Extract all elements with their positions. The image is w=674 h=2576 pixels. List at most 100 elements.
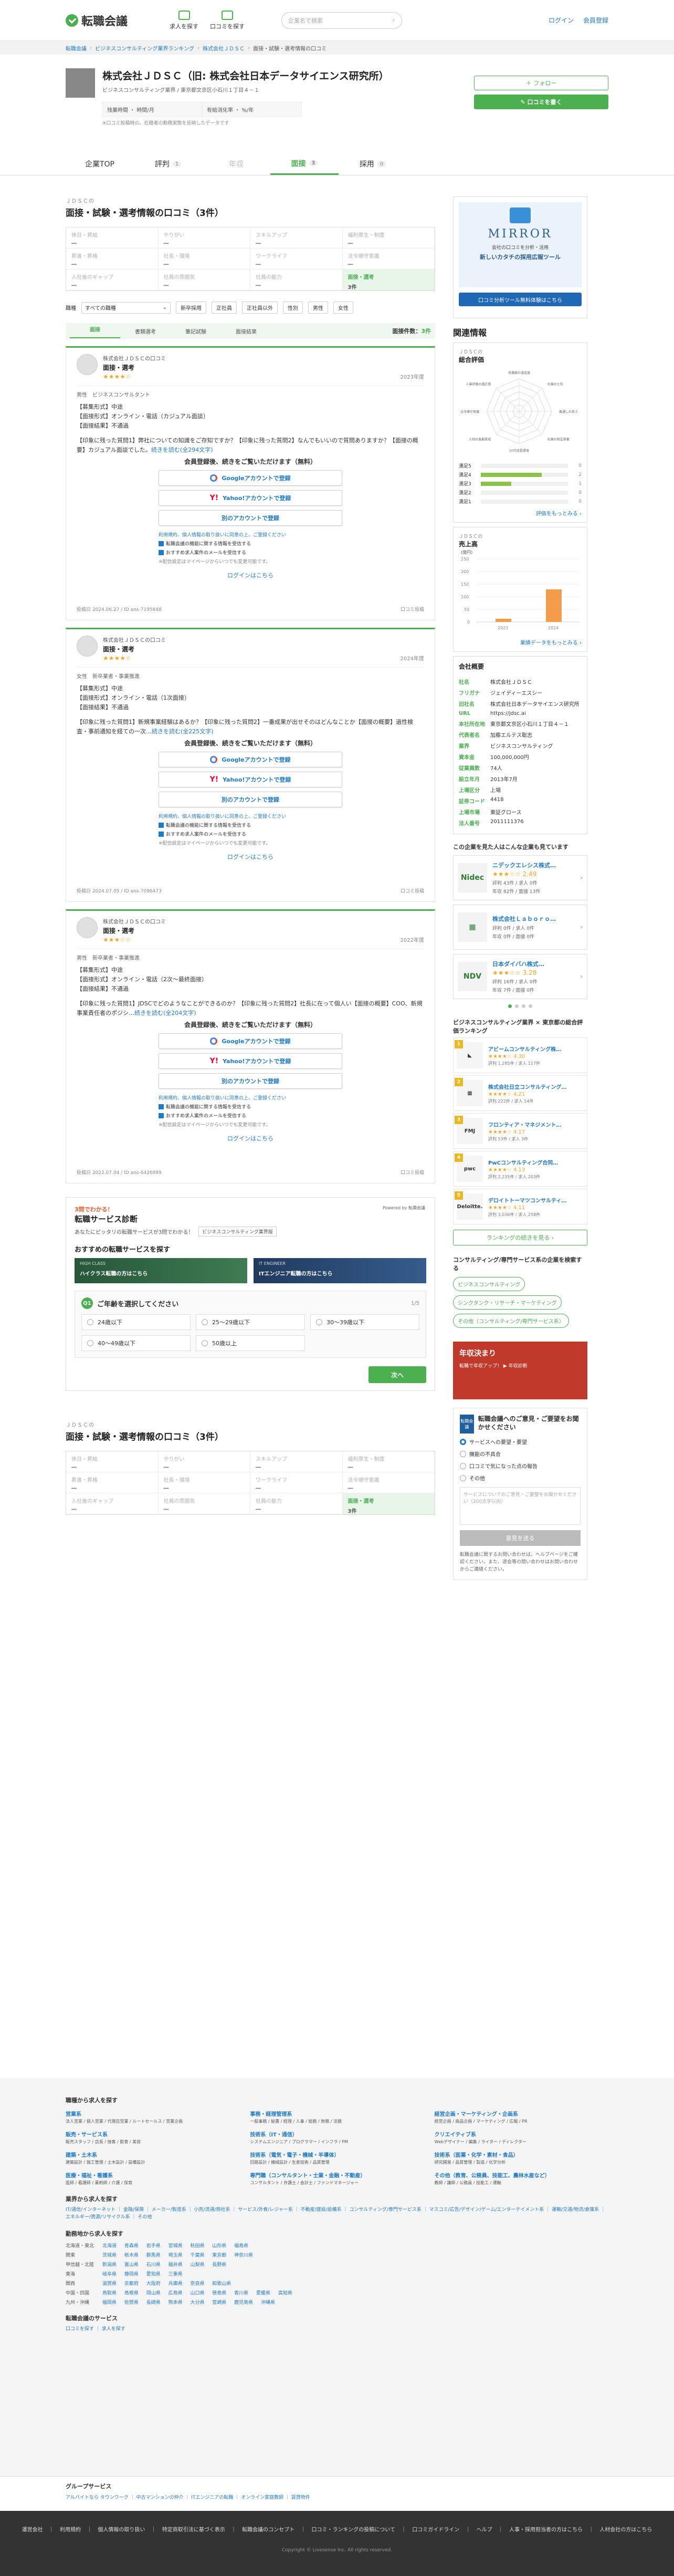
google-register-button[interactable]: Googleアカウントで登録 (159, 470, 342, 486)
age-option[interactable]: 40〜49歳以下 (81, 1335, 191, 1351)
opt-in-checkbox[interactable]: おすすめ求人案件のメールを受信する (159, 830, 342, 837)
ranking-item[interactable]: 4 pwc PwCコンサルティング合同… ★★★★☆ 4.13 評判 2,235件 / … (453, 1151, 587, 1187)
footer-category-title[interactable]: クリエイティブ系 (435, 2130, 608, 2138)
footer-category-links[interactable]: Webデザイナー / 編集 / ライター / ディレクター (435, 2139, 608, 2145)
login-link[interactable]: ログイン (549, 16, 574, 25)
related-company-name[interactable]: ニデックエレシス株式… (492, 861, 556, 869)
consult-tag[interactable]: ビジネスコンサルティング (453, 1277, 525, 1291)
footer-category-title[interactable]: 医療・福祉・看護系 (66, 2171, 239, 2179)
nav-jobs[interactable]: 求人を探す (170, 10, 198, 30)
overview-value[interactable]: https://jdsc.ai (490, 709, 582, 718)
read-more-link[interactable]: 続きを読む(全225文字) (152, 728, 214, 735)
opt-in-checkbox[interactable]: 転職会議の機能に関する情報を受信する (159, 540, 342, 547)
filter-chip[interactable]: 正社員以外 (242, 302, 278, 314)
age-option[interactable]: 25〜29歳以下 (196, 1314, 305, 1330)
mirror-promo[interactable]: MIRROR 会社の口コミを分析・活用 新しいカタチの採用広報ツール 口コミ分析… (453, 196, 587, 318)
filter-chip[interactable]: 男性 (308, 302, 328, 314)
related-company-card[interactable]: Nidec ニデックエレシス株式… ★★★☆☆ 2.49 評判 43件 / 求人 0件… (453, 855, 587, 900)
review-tab[interactable]: 面接結果 (221, 327, 271, 335)
opt-in-checkbox[interactable]: おすすめ求人案件のメールを受信する (159, 1112, 342, 1119)
footer-category-links[interactable]: 法人営業 / 個人営業 / 代理店営業 / ルートセールス / 営業企画 (66, 2118, 239, 2125)
tab-interview[interactable]: 面接 3 (270, 153, 339, 175)
footer-category-links[interactable]: 回路設計 / 機械設計 / 生産技術 / 品質管理 (250, 2159, 424, 2166)
more-rating-text[interactable]: 評価をもっとみる › (536, 511, 582, 517)
footer-category-title[interactable]: その他（教育、公務員、技能工、農林水産など） (435, 2171, 608, 2179)
nav-reviews[interactable]: 口コミを探す (210, 10, 245, 30)
engineer-card[interactable]: IT ENGINEER ITエンジニア転職の方はこちら (254, 1258, 426, 1283)
pref-links[interactable]: 滋賀県 京都府 大阪府 兵庫県 奈良県 和歌山県 (102, 2280, 608, 2287)
footer-category-links[interactable]: システムエンジニア / プログラマー / インフラ / PM (250, 2139, 424, 2145)
carousel-dot[interactable] (515, 1004, 519, 1008)
filter-chip[interactable]: 新卒採用 (176, 302, 206, 314)
group-links[interactable]: アルバイトなら タウンワーク ｜ 中古マンションの仲介 ｜ ITエンジニアの転職… (66, 2494, 608, 2500)
review-tab[interactable]: 面接 (70, 324, 120, 338)
score-cell[interactable]: 面接・選考 3件 (342, 269, 435, 290)
consult-tag[interactable]: その他（コンサルティング/専門サービス系） (453, 1314, 569, 1328)
pref-links[interactable]: 茨城県 栃木県 群馬県 埼玉県 千葉県 東京都 神奈川県 (102, 2251, 608, 2258)
register-link[interactable]: 会員登録 (583, 16, 608, 25)
highclass-card[interactable]: HIGH CLASS ハイクラス転職の方はこちら (75, 1258, 247, 1283)
read-more-link[interactable]: 続きを読む(全294文字) (151, 446, 213, 453)
feedback-option[interactable]: 機能の不具合 (460, 1450, 581, 1458)
ranking-company-name[interactable]: 株式会社日立コンサルティング… (488, 1083, 566, 1090)
login-link[interactable]: ログインはこちら (159, 571, 342, 579)
footer-industry-links[interactable]: IT/通信/インターネット ｜ 金融/保険 ｜ メーカー/製造系 ｜ 小売/流通… (66, 2206, 608, 2221)
footer-category-title[interactable]: 技術系（IT・通信） (250, 2130, 424, 2138)
footer-category-links[interactable]: 教師 / 講師 / 公務員 / 技能工 / 運輸 (435, 2180, 608, 2186)
search-input[interactable]: 企業名で検索 ⌕ (281, 12, 403, 29)
footer-category-links[interactable]: 医師 / 看護師 / 薬剤師 / 介護 / 保育 (66, 2180, 239, 2186)
footer-category-title[interactable]: 技術系（電気・電子・機械・半導体） (250, 2151, 424, 2158)
related-company-name[interactable]: 日本ダイバハ株式… (492, 960, 544, 968)
filter-chip[interactable]: 正社員 (212, 302, 237, 314)
terms-link[interactable]: 利用規約、個人情報の取り扱いに同意の上、ご登録ください (159, 531, 342, 538)
more-sales-link[interactable]: 業績データをもっとみる › (459, 638, 582, 646)
ranking-item[interactable]: 3 FMJ フロンティア・マネジメント… ★★★★☆ 4.17 評判 53件 / 求人 … (453, 1113, 587, 1149)
age-option[interactable]: 30〜39歳以下 (310, 1314, 419, 1330)
footer-category-links[interactable]: 建築設計 / 施工管理 / 土木設計 / 設備設計 (66, 2159, 239, 2166)
footer-links[interactable]: 運営会社 ｜ 利用規約 ｜ 個人情報の取り扱い ｜ 特定商取引法に基づく表示 ｜… (0, 2526, 674, 2535)
consult-tag[interactable]: シンクタンク・リサーチ・マーケティング (453, 1295, 562, 1310)
post-review-link[interactable]: 口コミ投稿 (401, 887, 424, 894)
next-button[interactable]: 次へ (368, 1366, 426, 1383)
yahoo-register-button[interactable]: Y! Yahoo!アカウントで登録 (159, 490, 342, 506)
opt-in-checkbox[interactable]: 転職会議の機能に関する情報を受信する (159, 822, 342, 828)
ranking-company-name[interactable]: PwCコンサルティング合同… (488, 1158, 558, 1166)
footer-category-title[interactable]: 専門職（コンサルタント・士業・金融・不動産） (250, 2171, 424, 2179)
review-tab[interactable]: 書類選考 (120, 327, 171, 335)
tab-salary[interactable]: 年収 (202, 153, 270, 175)
more-rating-link[interactable]: 評価をもっとみる › (459, 509, 582, 517)
pref-links[interactable]: 岐阜県 静岡県 愛知県 三重県 (102, 2270, 608, 2277)
footer-category-links[interactable]: 研究開発 / 品質管理 / 製造 / 化学分析 (435, 2159, 608, 2166)
review-tab[interactable]: 筆記試験 (171, 327, 221, 335)
other-register-button[interactable]: 別のアカウントで登録 (159, 510, 342, 526)
age-option[interactable]: 24歳以下 (81, 1314, 191, 1330)
pref-links[interactable]: 北海道 青森県 岩手県 宮城県 秋田県 山形県 福島県 (102, 2242, 608, 2249)
read-more-link[interactable]: 続きを読む(全204文字) (134, 1010, 196, 1016)
post-review-link[interactable]: 口コミ投稿 (401, 606, 424, 612)
ranking-company-name[interactable]: アビームコンサルティング株… (488, 1045, 561, 1053)
related-company-name[interactable]: 株式会社Ｌａｂｏｒｏ… (492, 915, 556, 923)
feedback-option[interactable]: その他 (460, 1474, 581, 1482)
salary-banner[interactable]: 年収決まり 転職で年収アップ！ ▶ 年収診断 (453, 1342, 587, 1399)
filter-chip[interactable]: 女性 (333, 302, 353, 314)
more-sales-text[interactable]: 業績データをもっとみる › (520, 640, 582, 646)
search-icon[interactable]: ⌕ (392, 17, 395, 24)
opt-in-checkbox[interactable]: おすすめ求人案件のメールを受信する (159, 549, 342, 556)
review-company[interactable]: 株式会社ＪＤＳＣの口コミ (103, 354, 166, 362)
score-cell[interactable]: 面接・選考 3件 (342, 1493, 435, 1514)
footer-category-title[interactable]: 技術系（医薬・化学・素材・食品） (435, 2151, 608, 2158)
footer-category-links[interactable]: 経営企画 / 商品企画 / マーケティング / 広報 / PR (435, 2118, 608, 2125)
other-register-button[interactable]: 別のアカウントで登録 (159, 1073, 342, 1089)
terms-link[interactable]: 利用規約、個人情報の取り扱いに同意の上、ご登録ください (159, 1094, 342, 1101)
review-company[interactable]: 株式会社ＪＤＳＣの口コミ (103, 917, 166, 925)
post-review-link[interactable]: 口コミ投稿 (401, 1169, 424, 1176)
promo-button[interactable]: 口コミ分析ツール無料体験はこちら (459, 293, 582, 306)
footer-category-title[interactable]: 事務・経理管理系 (250, 2110, 424, 2117)
google-register-button[interactable]: Googleアカウントで登録 (159, 752, 342, 767)
footer-category-title[interactable]: 経営企画・マーケティング・企画系 (435, 2110, 608, 2117)
pref-links[interactable]: 鳥取県 島根県 岡山県 広島県 山口県 徳島県 香川県 愛媛県 高知県 (102, 2289, 608, 2296)
carousel-dot[interactable] (529, 1004, 532, 1008)
footer-category-links[interactable]: 販売スタッフ / 店長 / 接客 / 飲食 / 美容 (66, 2139, 239, 2145)
job-type-select[interactable]: すべての職種 ⌄ (81, 302, 171, 314)
pref-links[interactable]: 新潟県 富山県 石川県 福井県 山梨県 長野県 (102, 2261, 608, 2268)
